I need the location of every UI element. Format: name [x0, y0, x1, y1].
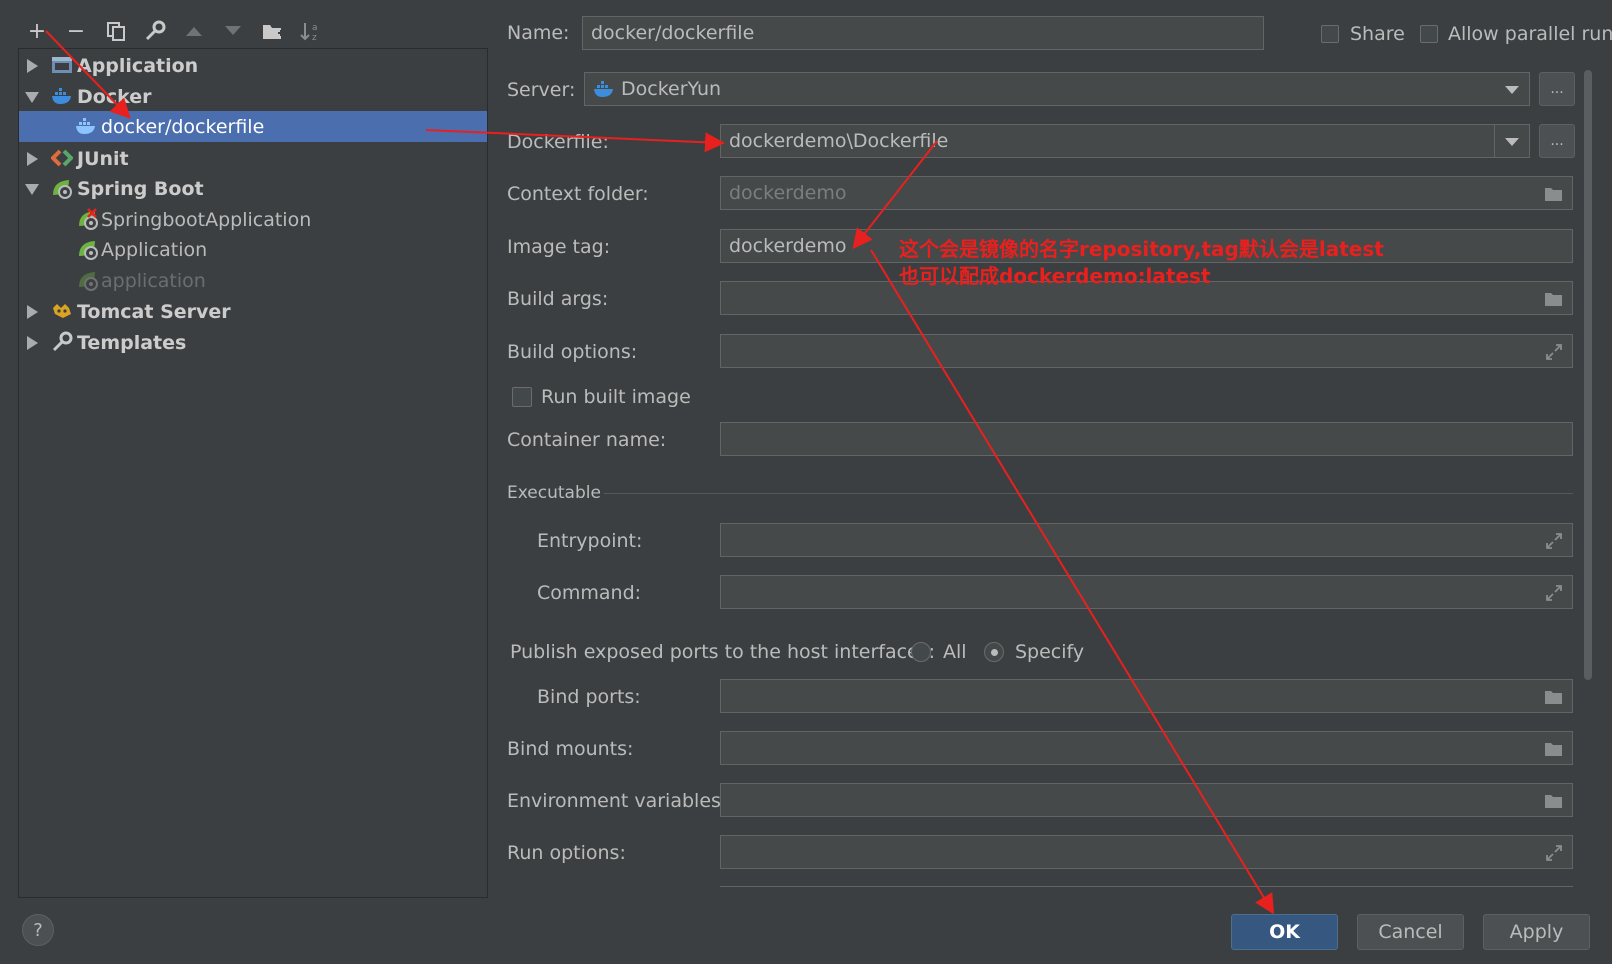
- ok-button[interactable]: OK: [1231, 914, 1338, 950]
- cancel-button[interactable]: Cancel: [1357, 914, 1464, 950]
- apply-label: Apply: [1509, 921, 1564, 943]
- cancel-label: Cancel: [1378, 921, 1443, 943]
- apply-button[interactable]: Apply: [1483, 914, 1590, 950]
- help-button[interactable]: ?: [22, 914, 54, 946]
- annotation-arrow-ok: [870, 249, 1275, 915]
- help-icon: ?: [33, 919, 43, 941]
- annotation-arrow-add: [45, 30, 131, 119]
- ok-label: OK: [1269, 921, 1300, 943]
- annotation-arrow-dockerfile: [425, 129, 725, 153]
- annotation-arrow-image-tag: [852, 140, 938, 250]
- annotation-arrows: [45, 30, 1275, 915]
